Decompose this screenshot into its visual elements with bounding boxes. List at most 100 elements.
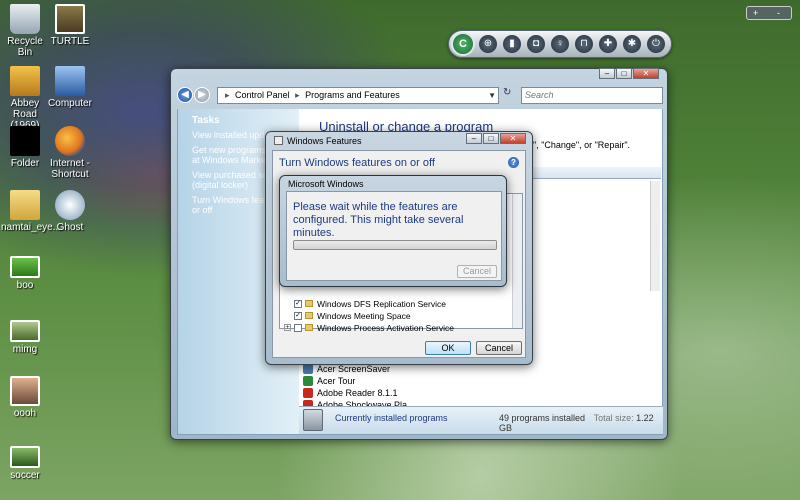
chevron-down-icon[interactable]: ▼ [488, 88, 496, 103]
breadcrumb-control-panel[interactable]: Control Panel [235, 90, 290, 100]
dialog-heading: Turn Windows features on or off [279, 157, 435, 169]
desktop-icon-internet-shortcut[interactable]: Internet - Shortcut [46, 126, 94, 180]
list-item[interactable]: Adobe Reader 8.1.1 [303, 387, 503, 399]
breadcrumb-separator: ▸ [295, 90, 300, 100]
lock-icon[interactable]: ⊓ [575, 35, 593, 53]
configuring-features-dialog: Microsoft Windows Please wait while the … [279, 175, 507, 287]
maximize-button[interactable]: □ [616, 68, 632, 79]
breadcrumb[interactable]: ▸ Control Panel ▸ Programs and Features … [217, 87, 499, 104]
features-scrollbar[interactable] [512, 194, 522, 328]
status-count: 49 programs installed Total size: 1.22 G… [499, 413, 663, 433]
help-icon[interactable]: ? [508, 157, 519, 168]
lightbulb-icon[interactable]: ♀ [551, 35, 569, 53]
desktop-icon-label: Ghost [56, 222, 84, 233]
desktop-icon-label: mimg [12, 344, 38, 355]
breadcrumb-programs-features[interactable]: Programs and Features [305, 90, 400, 100]
feature-checkbox[interactable] [294, 323, 302, 332]
status-label: Currently installed programs [335, 413, 448, 423]
window-caption-buttons: – □ ✕ [465, 133, 526, 144]
desktop-icon-namtai[interactable]: namtai_eye... [1, 190, 61, 233]
power-icon[interactable]: ⏻ [647, 35, 665, 53]
black-folder-icon [10, 126, 40, 156]
desktop-icon-soccer[interactable]: soccer [1, 446, 49, 481]
desktop-icon-label: Computer [48, 98, 92, 109]
forward-arrow-icon[interactable]: ▶ [194, 87, 210, 103]
globe-glyph: ⊕ [483, 38, 493, 49]
desktop-icon-boo[interactable]: boo [1, 256, 49, 291]
desktop-icon-recycle-bin[interactable]: Recycle Bin [1, 4, 49, 58]
desktop-icon-label: soccer [10, 470, 40, 481]
tree-item-process-activation[interactable]: + Windows Process Activation Service [284, 322, 454, 333]
adobe-reader-icon [303, 388, 313, 398]
camera-glyph: ◘ [532, 38, 540, 49]
firefox-icon [55, 126, 85, 156]
desktop-icon-turtle[interactable]: TURTLE [46, 4, 94, 47]
back-arrow-icon[interactable]: ◀ [177, 87, 193, 103]
folder-icon [305, 324, 313, 331]
window-caption-buttons: – □ ✕ [598, 68, 659, 81]
tree-item-meeting-space[interactable]: ✓ Windows Meeting Space [284, 310, 411, 321]
desktop-icon-computer[interactable]: Computer [46, 66, 94, 109]
acer-screensaver-icon [303, 364, 313, 374]
lock-glyph: ⊓ [580, 38, 588, 49]
desktop-icon-ghost[interactable]: Ghost [46, 190, 94, 233]
feature-checkbox[interactable]: ✓ [294, 299, 302, 308]
ok-button[interactable]: OK [425, 341, 471, 355]
cancel-button[interactable]: Cancel [457, 265, 497, 278]
feature-name: Windows DFS Replication Service [317, 298, 446, 309]
tray-remove-button[interactable]: - [777, 7, 780, 19]
computer-icon [55, 66, 85, 96]
photo-oooh-icon [10, 376, 40, 406]
desktop-icon-abbey-road[interactable]: Abbey Road (1969) [1, 66, 49, 131]
maximize-button[interactable]: □ [483, 133, 499, 144]
breadcrumb-separator: ▸ [225, 90, 230, 100]
refresh-icon[interactable]: ↻ [503, 87, 517, 104]
tree-item-dfs-replication[interactable]: ✓ Windows DFS Replication Service [284, 298, 446, 309]
folder-icon [305, 300, 313, 307]
tools-glyph: ✚ [603, 38, 613, 49]
image-boo-icon [10, 256, 40, 278]
launcher-logo-icon[interactable]: C [451, 32, 475, 56]
desktop-icon-oooh[interactable]: oooh [1, 376, 49, 419]
tasks-heading: Tasks [192, 115, 220, 126]
gear-glyph: ✱ [627, 38, 637, 49]
power-glyph: ⏻ [652, 38, 660, 49]
search-field[interactable] [521, 87, 663, 104]
program-name: Acer Tour [317, 376, 356, 386]
address-row: ◀ ▶ ▸ Control Panel ▸ Programs and Featu… [177, 86, 663, 108]
launcher-gadget-bar: C ⊕ ▮ ◘ ♀ ⊓ ✚ ✱ ⏻ [448, 30, 672, 58]
list-column-header[interactable] [529, 167, 661, 179]
feature-name: Windows Meeting Space [317, 310, 411, 321]
feature-checkbox[interactable]: ✓ [294, 311, 302, 320]
search-input[interactable] [525, 90, 645, 100]
music-folder-icon [10, 66, 40, 96]
acer-tour-icon [303, 376, 313, 386]
minimize-button[interactable]: – [599, 68, 615, 79]
program-name: Adobe Reader 8.1.1 [317, 388, 398, 398]
programs-scrollbar[interactable] [650, 181, 660, 291]
folder-icon [305, 312, 313, 319]
recycle-bin-icon [10, 4, 40, 34]
total-size-label: Total size: [593, 413, 634, 423]
desktop-icon-label: TURTLE [50, 36, 90, 47]
minimize-button[interactable]: – [466, 133, 482, 144]
expand-icon[interactable]: + [284, 324, 291, 331]
sidebar-tray: + - [746, 6, 792, 20]
tray-add-button[interactable]: + [753, 7, 758, 19]
dialog-title-text: Windows Features [287, 136, 362, 146]
battery-icon[interactable]: ▮ [503, 35, 521, 53]
close-button[interactable]: ✕ [633, 68, 659, 79]
desktop-icon-mimg[interactable]: mimg [1, 320, 49, 355]
desktop-icon-label: Folder [10, 158, 40, 169]
close-button[interactable]: ✕ [500, 133, 526, 144]
tools-icon[interactable]: ✚ [599, 35, 617, 53]
status-bar: Currently installed programs 49 programs… [299, 406, 663, 434]
desktop-icon-folder[interactable]: Folder [1, 126, 49, 169]
cancel-button[interactable]: Cancel [476, 341, 522, 355]
desktop-icon-label: boo [16, 280, 34, 291]
page-description: ll", "Change", or "Repair". [529, 140, 631, 150]
list-item[interactable]: Acer Tour [303, 375, 503, 387]
globe-icon[interactable]: ⊕ [479, 35, 497, 53]
gear-icon[interactable]: ✱ [623, 35, 641, 53]
camera-icon[interactable]: ◘ [527, 35, 545, 53]
